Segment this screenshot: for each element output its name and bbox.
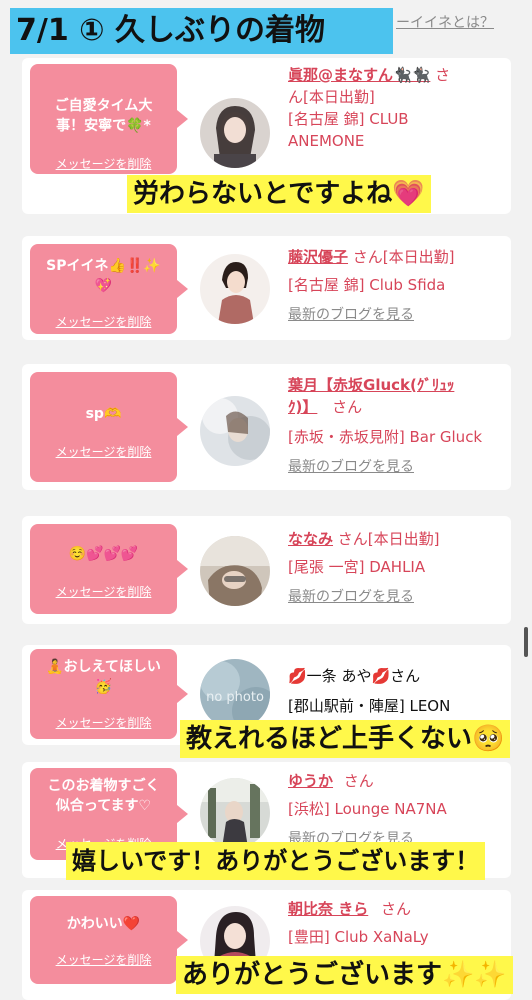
sender-name[interactable]: ｸ)】 — [288, 398, 317, 416]
honorific: さん[本日出勤] — [337, 530, 440, 548]
latest-blog-link[interactable]: 最新のブログを見る — [288, 456, 508, 478]
iine-card-3: sp🫶 メッセージを削除 葉月【赤坂Gluck(ｸﾞﾘｭｯ ｸ)】 さん [赤坂… — [22, 364, 511, 490]
honorific: さん — [332, 398, 363, 416]
sender-info: ゆうか さん [浜松] Lounge NA7NA 最新のブログを見る — [288, 770, 508, 850]
message-text: 💖 — [94, 278, 113, 294]
sender-name[interactable]: 朝比奈 きら — [288, 900, 368, 918]
avatar[interactable] — [200, 536, 270, 606]
iine-card-2: SPイイネ👍‼️✨ 💖 メッセージを削除 藤沢優子 さん[本日出勤] [名古屋 … — [22, 236, 511, 340]
message-text: ご自愛タイム大 — [54, 98, 153, 114]
message-text: かわいい❤️ — [66, 916, 141, 932]
message-bubble: ☺️💕💕💕 メッセージを削除 — [30, 524, 188, 614]
message-bubble: 🧘おしえてほしい 🥳 メッセージを削除 — [30, 649, 188, 739]
shop-location: ANEMONE — [288, 132, 365, 150]
iine-card-4: ☺️💕💕💕 メッセージを削除 ななみ さん[本日出勤] [尾張 一宮] DAHL… — [22, 516, 511, 624]
message-text: 似合ってます♡ — [55, 798, 152, 814]
delete-message-link[interactable]: メッセージを削除 — [30, 952, 177, 968]
sender-info: 葉月【赤坂Gluck(ｸﾞﾘｭｯ ｸ)】 さん [赤坂・赤坂見附] Bar Gl… — [288, 374, 508, 478]
avatar[interactable] — [200, 778, 270, 848]
latest-blog-link[interactable]: 最新のブログを見る — [288, 304, 508, 326]
message-bubble: SPイイネ👍‼️✨ 💖 メッセージを削除 — [30, 244, 188, 334]
sender-name[interactable]: ゆうか — [288, 772, 333, 790]
message-text: sp🫶 — [85, 406, 122, 422]
sender-name[interactable]: 💋一条 あや💋さん — [288, 665, 508, 687]
shop-location: [赤坂・赤坂見附] Bar Gluck — [288, 428, 483, 446]
comment-callout: 教えれるほど上手くない🥺 — [180, 720, 511, 758]
sender-info: ななみ さん[本日出勤] [尾張 一宮] DAHLIA 最新のブログを見る — [288, 528, 508, 608]
avatar[interactable]: no photo — [200, 659, 270, 729]
delete-message-link[interactable]: メッセージを削除 — [30, 156, 177, 172]
delete-message-link[interactable]: メッセージを削除 — [30, 584, 177, 600]
shop-location: [豊田] Club XaNaLy — [288, 928, 429, 946]
message-bubble: sp🫶 メッセージを削除 — [30, 372, 188, 482]
avatar[interactable] — [200, 98, 270, 168]
comment-callout: ありがとうございます✨✨ — [176, 956, 513, 994]
message-text: このお着物すごく — [47, 778, 160, 794]
shop-location: [尾張 一宮] DAHLIA — [288, 558, 426, 576]
sender-name[interactable]: 葉月【赤坂Gluck(ｸﾞﾘｭｯ — [288, 376, 454, 394]
what-is-iine-link[interactable]: ーイイネとは？ — [396, 12, 494, 32]
message-text: 🥳 — [94, 679, 113, 695]
shop-location: [名古屋 錦] Club Sfida — [288, 276, 446, 294]
no-photo-label: no photo — [206, 690, 264, 705]
honorific: さん[本日出勤] — [352, 248, 455, 266]
sender-name[interactable]: 藤沢優子 — [288, 248, 348, 266]
honorific: さ — [435, 66, 451, 84]
message-text: 事！安寧で🍀* — [56, 118, 151, 134]
shop-location: [名古屋 錦] CLUB — [288, 110, 409, 128]
comment-callout: 嬉しいです！ありがとうございます！ — [66, 842, 486, 880]
message-bubble: ご自愛タイム大 事！安寧で🍀* メッセージを削除 — [30, 64, 188, 174]
sender-info: 💋一条 あや💋さん [郡山駅前・陣屋] LEON — [288, 665, 508, 717]
comment-callout: 労わらないとですよね💗 — [127, 175, 431, 213]
delete-message-link[interactable]: メッセージを削除 — [30, 715, 177, 731]
scrollbar[interactable] — [524, 627, 528, 657]
sender-info: 朝比奈 きら さん [豊田] Club XaNaLy — [288, 898, 508, 948]
sender-info: 藤沢優子 さん[本日出勤] [名古屋 錦] Club Sfida 最新のブログを… — [288, 246, 508, 326]
shop-location: [郡山駅前・陣屋] LEON — [288, 697, 451, 715]
avatar[interactable] — [200, 254, 270, 324]
delete-message-link[interactable]: メッセージを削除 — [30, 314, 177, 330]
message-text: SPイイネ👍‼️✨ — [46, 258, 161, 274]
avatar[interactable] — [200, 396, 270, 466]
page-title: 7/1 ① 久しぶりの着物 — [10, 8, 393, 54]
honorific: さん — [343, 772, 374, 790]
sender-info: 眞那@まなすん🐈‍⬛🐈‍⬛ さ ん[本日出勤] [名古屋 錦] CLUB ANE… — [288, 64, 508, 152]
delete-message-link[interactable]: メッセージを削除 — [30, 444, 177, 460]
latest-blog-link[interactable]: 最新のブログを見る — [288, 586, 508, 608]
message-text: 🧘おしえてほしい — [46, 659, 161, 675]
shop-location: [浜松] Lounge NA7NA — [288, 800, 447, 818]
sender-name[interactable]: ななみ — [288, 530, 333, 548]
work-status: ん[本日出勤] — [288, 88, 375, 106]
message-text: ☺️💕💕💕 — [68, 546, 139, 562]
message-bubble: かわいい❤️ メッセージを削除 — [30, 896, 188, 984]
sender-name[interactable]: 眞那@まなすん🐈‍⬛🐈‍⬛ — [288, 66, 430, 84]
honorific: さん — [381, 900, 412, 918]
